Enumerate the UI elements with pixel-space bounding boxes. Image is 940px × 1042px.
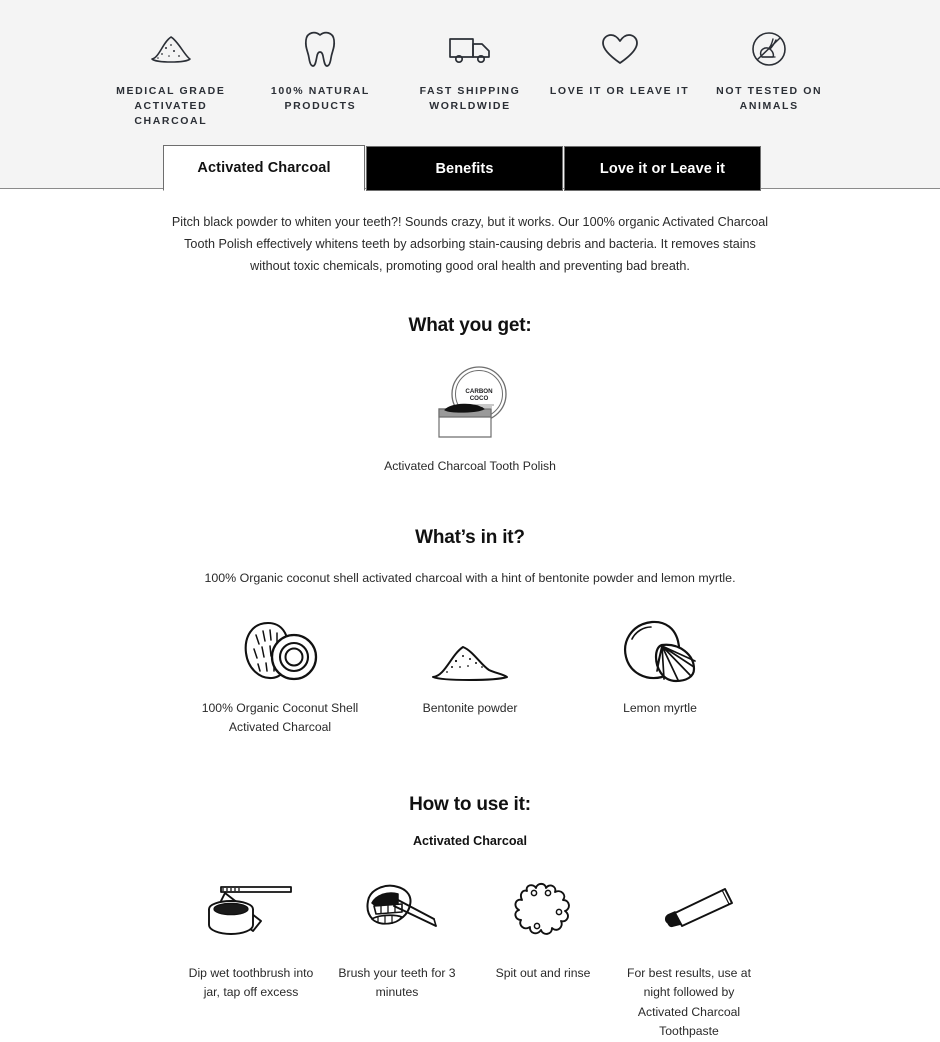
- step-caption: Dip wet toothbrush into jar, tap off exc…: [188, 965, 314, 1000]
- step-caption: Brush your teeth for 3 minutes: [338, 965, 456, 1000]
- ingredient-caption: Lemon myrtle: [623, 700, 697, 715]
- heart-icon: [601, 26, 639, 72]
- tab-label: Activated Charcoal: [197, 160, 331, 176]
- how-to-use-step-2: Brush your teeth for 3 minutes: [324, 880, 470, 1003]
- what-you-get-heading: What you get:: [408, 315, 532, 337]
- jar-and-toothbrush-icon: [203, 880, 299, 946]
- trust-badge-love-it-or-leave-it: LOVE IT OR LEAVE IT: [545, 26, 695, 99]
- ingredient-bentonite: Bentonite powder: [375, 615, 565, 719]
- tab-label: Benefits: [435, 160, 494, 177]
- trust-badge-not-tested-on-animals: NOT TESTED ON ANIMALS: [694, 26, 844, 114]
- product-showcase: CARBON COCO Activated Charcoal Tooth Pol…: [0, 365, 940, 477]
- how-to-use-step-3: Spit out and rinse: [470, 880, 616, 984]
- how-to-use-step-1: Dip wet toothbrush into jar, tap off exc…: [178, 880, 324, 1003]
- product-caption: Activated Charcoal Tooth Polish: [384, 459, 556, 474]
- toothpaste-tube-icon: [641, 880, 737, 946]
- ingredient-lemon-myrtle: Lemon myrtle: [565, 615, 755, 719]
- how-to-use-step-4: For best results, use at night followed …: [616, 880, 762, 1042]
- lemon-icon: [618, 615, 702, 685]
- jar-label-line2: COCO: [470, 395, 489, 402]
- tab-activated-charcoal[interactable]: Activated Charcoal: [163, 145, 365, 191]
- tab-love-it-or-leave-it[interactable]: Love it or Leave it: [564, 146, 761, 191]
- trust-badge-label: LOVE IT OR LEAVE IT: [549, 85, 690, 97]
- product-tab-bar: Activated Charcoal Benefits Love it or L…: [163, 145, 761, 191]
- trust-badges-row: MEDICAL GRADE ACTIVATED CHARCOAL 100% NA…: [0, 0, 940, 130]
- intro-paragraph: Pitch black powder to whiten your teeth?…: [171, 215, 769, 274]
- jar-label-line1: CARBON: [465, 388, 493, 395]
- ingredient-caption: Bentonite powder: [422, 700, 518, 715]
- tab-benefits[interactable]: Benefits: [366, 146, 563, 191]
- charcoal-powder-icon: [149, 26, 193, 72]
- charcoal-jar-icon: CARBON COCO: [420, 365, 520, 443]
- powder-mound-icon: [429, 615, 511, 685]
- ingredient-coconut: 100% Organic Coconut Shell Activated Cha…: [185, 615, 375, 738]
- brushing-mouth-icon: [354, 880, 440, 946]
- whats-in-it-heading: What’s in it?: [415, 526, 525, 548]
- how-to-use-subtitle: Activated Charcoal: [412, 833, 528, 848]
- trust-badge-label: FAST SHIPPING WORLDWIDE: [419, 85, 521, 113]
- ingredients-row: 100% Organic Coconut Shell Activated Cha…: [0, 615, 940, 738]
- trust-badge-medical-grade: MEDICAL GRADE ACTIVATED CHARCOAL: [96, 26, 246, 130]
- step-caption: Spit out and rinse: [495, 965, 591, 980]
- ingredient-caption: 100% Organic Coconut Shell Activated Cha…: [201, 700, 359, 735]
- tooth-icon: [303, 26, 337, 72]
- tab-panel-activated-charcoal: Pitch black powder to whiten your teeth?…: [0, 189, 940, 1042]
- trust-badge-label: 100% NATURAL PRODUCTS: [270, 85, 370, 113]
- whats-in-it-subtitle: 100% Organic coconut shell activated cha…: [204, 570, 736, 585]
- how-to-use-heading: How to use it:: [409, 793, 531, 815]
- trust-badge-label: MEDICAL GRADE ACTIVATED CHARCOAL: [116, 85, 226, 128]
- trust-badge-natural-products: 100% NATURAL PRODUCTS: [246, 26, 396, 114]
- splash-rinse-icon: [507, 880, 579, 946]
- trust-badge-label: NOT TESTED ON ANIMALS: [716, 85, 823, 113]
- delivery-truck-icon: [448, 26, 492, 72]
- coconut-icon: [238, 615, 322, 685]
- step-caption: For best results, use at night followed …: [627, 965, 751, 1039]
- tab-label: Love it or Leave it: [599, 160, 726, 177]
- cruelty-free-rabbit-icon: [751, 26, 787, 72]
- how-to-use-steps-row: Dip wet toothbrush into jar, tap off exc…: [0, 880, 940, 1042]
- trust-badge-fast-shipping: FAST SHIPPING WORLDWIDE: [395, 26, 545, 114]
